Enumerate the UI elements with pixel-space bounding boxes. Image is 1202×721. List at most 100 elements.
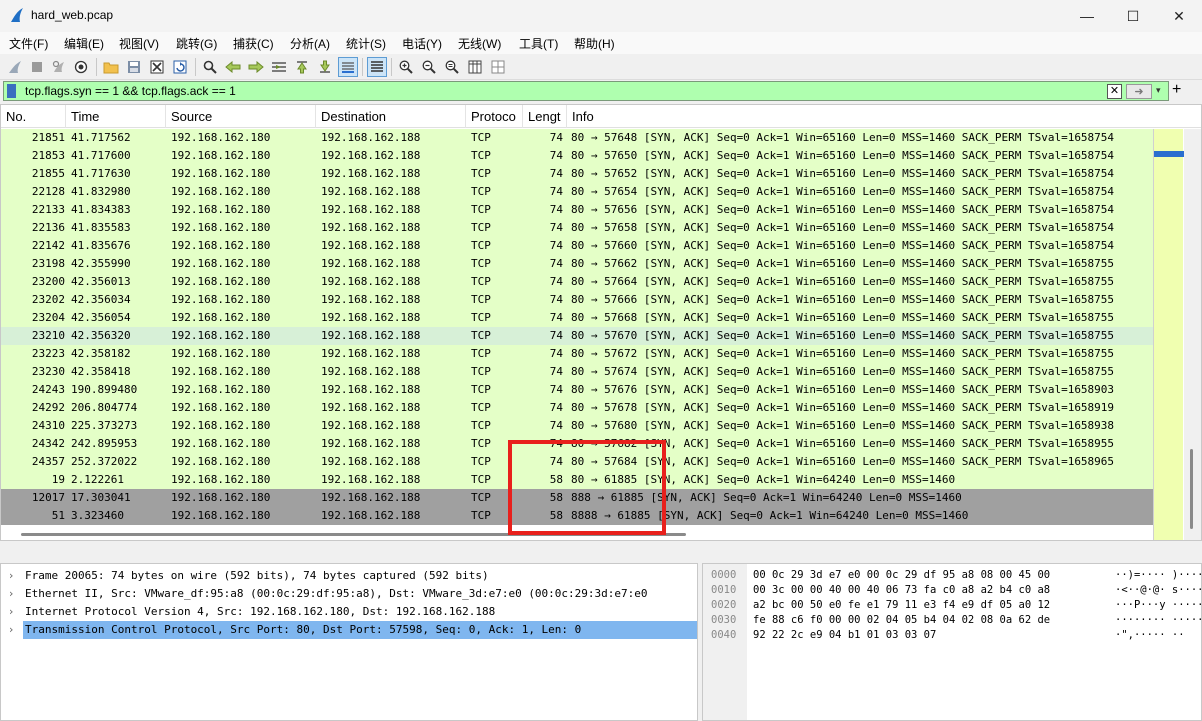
packet-row[interactable]: 23210 42.356320 192.168.162.180 192.168.162… bbox=[1, 327, 1153, 345]
clear-filter-icon[interactable]: ✕ bbox=[1107, 84, 1122, 99]
byte-ascii-values: ········ ······b· bbox=[1115, 614, 1201, 626]
menu-bar: 文件(F) 编辑(E) 视图(V) 跳转(G) 捕获(C) 分析(A) 统计(S… bbox=[0, 32, 1202, 54]
packet-destination-cell: 192.168.162.188 bbox=[321, 275, 421, 288]
display-filter-input[interactable]: tcp.flags.syn == 1 && tcp.flags.ack == 1… bbox=[3, 81, 1169, 101]
layout-icon[interactable] bbox=[488, 57, 508, 77]
last-packet-icon[interactable] bbox=[315, 57, 335, 77]
go-to-packet-icon[interactable] bbox=[269, 57, 289, 77]
packet-row[interactable]: 21855 41.717630 192.168.162.180 192.168.162… bbox=[1, 165, 1153, 183]
packet-destination-cell: 192.168.162.188 bbox=[321, 167, 421, 180]
vertical-scrollbar-thumb[interactable] bbox=[1190, 449, 1193, 529]
packet-minimap[interactable] bbox=[1153, 129, 1184, 540]
resize-columns-icon[interactable] bbox=[465, 57, 485, 77]
packet-source-cell: 192.168.162.180 bbox=[171, 275, 271, 288]
menu-file[interactable]: 文件(F) bbox=[9, 35, 48, 52]
expand-chevron-icon[interactable]: › bbox=[9, 621, 13, 639]
zoom-out-icon[interactable] bbox=[419, 57, 439, 77]
column-header-time[interactable]: Time bbox=[66, 105, 166, 128]
packet-destination-cell: 192.168.162.188 bbox=[321, 473, 421, 486]
column-header-protocol[interactable]: Protoco bbox=[466, 105, 523, 128]
vertical-scrollbar[interactable] bbox=[1184, 129, 1201, 540]
add-filter-button-icon[interactable]: + bbox=[1172, 82, 1181, 98]
expand-chevron-icon[interactable]: › bbox=[9, 585, 13, 603]
packet-row[interactable]: 22136 41.835583 192.168.162.180 192.168.162… bbox=[1, 219, 1153, 237]
packet-length-cell: 74 bbox=[549, 383, 563, 396]
packet-no-cell: 23223 bbox=[31, 347, 65, 360]
column-header-info[interactable]: Info bbox=[567, 105, 1201, 128]
packet-row[interactable]: 23204 42.356054 192.168.162.180 192.168.162… bbox=[1, 309, 1153, 327]
packet-row[interactable]: 21853 41.717600 192.168.162.180 192.168.162… bbox=[1, 147, 1153, 165]
capture-options-icon[interactable] bbox=[71, 57, 91, 77]
minimize-button[interactable]: — bbox=[1064, 0, 1110, 32]
byte-ascii-values: ·<··@·@· s······· bbox=[1115, 584, 1201, 596]
packet-row[interactable]: 23200 42.356013 192.168.162.180 192.168.162… bbox=[1, 273, 1153, 291]
menu-view[interactable]: 视图(V) bbox=[119, 35, 159, 52]
column-header-destination[interactable]: Destination bbox=[316, 105, 466, 128]
menu-edit[interactable]: 编辑(E) bbox=[64, 35, 104, 52]
menu-analyze[interactable]: 分析(A) bbox=[290, 35, 330, 52]
save-icon[interactable] bbox=[124, 57, 144, 77]
packet-row[interactable]: 23230 42.358418 192.168.162.180 192.168.162… bbox=[1, 363, 1153, 381]
bookmark-icon[interactable] bbox=[7, 84, 16, 98]
column-header-source[interactable]: Source bbox=[166, 105, 316, 128]
packet-source-cell: 192.168.162.180 bbox=[171, 185, 271, 198]
menu-help[interactable]: 帮助(H) bbox=[574, 35, 615, 52]
byte-hex-values: 00 3c 00 00 40 00 40 06 73 fa c0 a8 a2 b… bbox=[753, 584, 1051, 596]
packet-time-cell: 225.373273 bbox=[71, 419, 138, 432]
detail-tree-item[interactable]: › Frame 20065: 74 bytes on wire (592 bits… bbox=[1, 567, 697, 585]
packet-details-pane: › Frame 20065: 74 bytes on wire (592 bits… bbox=[0, 563, 698, 721]
close-button[interactable]: ✕ bbox=[1156, 0, 1202, 32]
menu-statistics[interactable]: 统计(S) bbox=[346, 35, 386, 52]
display-filter-text[interactable]: tcp.flags.syn == 1 && tcp.flags.ack == 1 bbox=[25, 84, 236, 98]
menu-go[interactable]: 跳转(G) bbox=[176, 35, 217, 52]
packet-row[interactable]: 24292 206.804774 192.168.162.180 192.168.16… bbox=[1, 399, 1153, 417]
packet-protocol-cell: TCP bbox=[471, 185, 491, 198]
find-icon[interactable] bbox=[200, 57, 220, 77]
packet-row[interactable]: 24310 225.373273 192.168.162.180 192.168.16… bbox=[1, 417, 1153, 435]
packet-row[interactable]: 22133 41.834383 192.168.162.180 192.168.162… bbox=[1, 201, 1153, 219]
packet-row[interactable]: 24243 190.899480 192.168.162.180 192.168.16… bbox=[1, 381, 1153, 399]
packet-row[interactable]: 23198 42.355990 192.168.162.180 192.168.162… bbox=[1, 255, 1153, 273]
first-packet-icon[interactable] bbox=[292, 57, 312, 77]
restart-icon[interactable] bbox=[49, 57, 69, 77]
byte-ascii-values: ··)=···· )·····E· bbox=[1115, 569, 1201, 581]
packet-protocol-cell: TCP bbox=[471, 149, 491, 162]
expand-chevron-icon[interactable]: › bbox=[9, 567, 13, 585]
packet-time-cell: 41.834383 bbox=[71, 203, 131, 216]
maximize-button[interactable]: ☐ bbox=[1110, 0, 1156, 32]
packet-row[interactable]: 21851 41.717562 192.168.162.180 192.168.162… bbox=[1, 129, 1153, 147]
column-header-no[interactable]: No. bbox=[1, 105, 66, 128]
title-bar: hard_web.pcap — ☐ ✕ bbox=[0, 0, 1202, 32]
packet-row[interactable]: 22142 41.835676 192.168.162.180 192.168.162… bbox=[1, 237, 1153, 255]
menu-tools[interactable]: 工具(T) bbox=[519, 35, 558, 52]
stop-icon[interactable] bbox=[27, 57, 47, 77]
window-title: hard_web.pcap bbox=[31, 8, 114, 22]
colorize-icon[interactable] bbox=[367, 57, 387, 77]
packet-row[interactable]: 22128 41.832980 192.168.162.180 192.168.162… bbox=[1, 183, 1153, 201]
back-icon[interactable] bbox=[223, 57, 243, 77]
column-header-length[interactable]: Lengt bbox=[523, 105, 567, 128]
expand-chevron-icon[interactable]: › bbox=[9, 603, 13, 621]
packet-row[interactable]: 23202 42.356034 192.168.162.180 192.168.162… bbox=[1, 291, 1153, 309]
autoscroll-icon[interactable] bbox=[338, 57, 358, 77]
filter-history-dropdown-icon[interactable]: ▾ bbox=[1156, 85, 1161, 96]
menu-wireless[interactable]: 无线(W) bbox=[458, 35, 501, 52]
packet-length-cell: 74 bbox=[549, 329, 563, 342]
menu-capture[interactable]: 捕获(C) bbox=[233, 35, 274, 52]
packet-time-cell: 42.356320 bbox=[71, 329, 131, 342]
open-folder-icon[interactable] bbox=[101, 57, 121, 77]
apply-filter-icon[interactable]: ➜ bbox=[1126, 84, 1152, 99]
detail-tree-text: Internet Protocol Version 4, Src: 192.16… bbox=[25, 605, 496, 618]
reload-icon[interactable] bbox=[170, 57, 190, 77]
zoom-in-icon[interactable] bbox=[396, 57, 416, 77]
detail-tree-item[interactable]: › Internet Protocol Version 4, Src: 192.1… bbox=[1, 603, 697, 621]
normal-size-icon[interactable] bbox=[442, 57, 462, 77]
main-toolbar bbox=[0, 54, 1202, 80]
detail-tree-item[interactable]: › Transmission Control Protocol, Src Port… bbox=[9, 621, 697, 639]
forward-icon[interactable] bbox=[246, 57, 266, 77]
packet-row[interactable]: 23223 42.358182 192.168.162.180 192.168.162… bbox=[1, 345, 1153, 363]
menu-telephony[interactable]: 电话(Y) bbox=[402, 35, 442, 52]
close-file-icon[interactable] bbox=[147, 57, 167, 77]
shark-fin-start-icon[interactable] bbox=[5, 57, 25, 77]
detail-tree-item[interactable]: › Ethernet II, Src: VMware_df:95:a8 (00:0… bbox=[1, 585, 697, 603]
